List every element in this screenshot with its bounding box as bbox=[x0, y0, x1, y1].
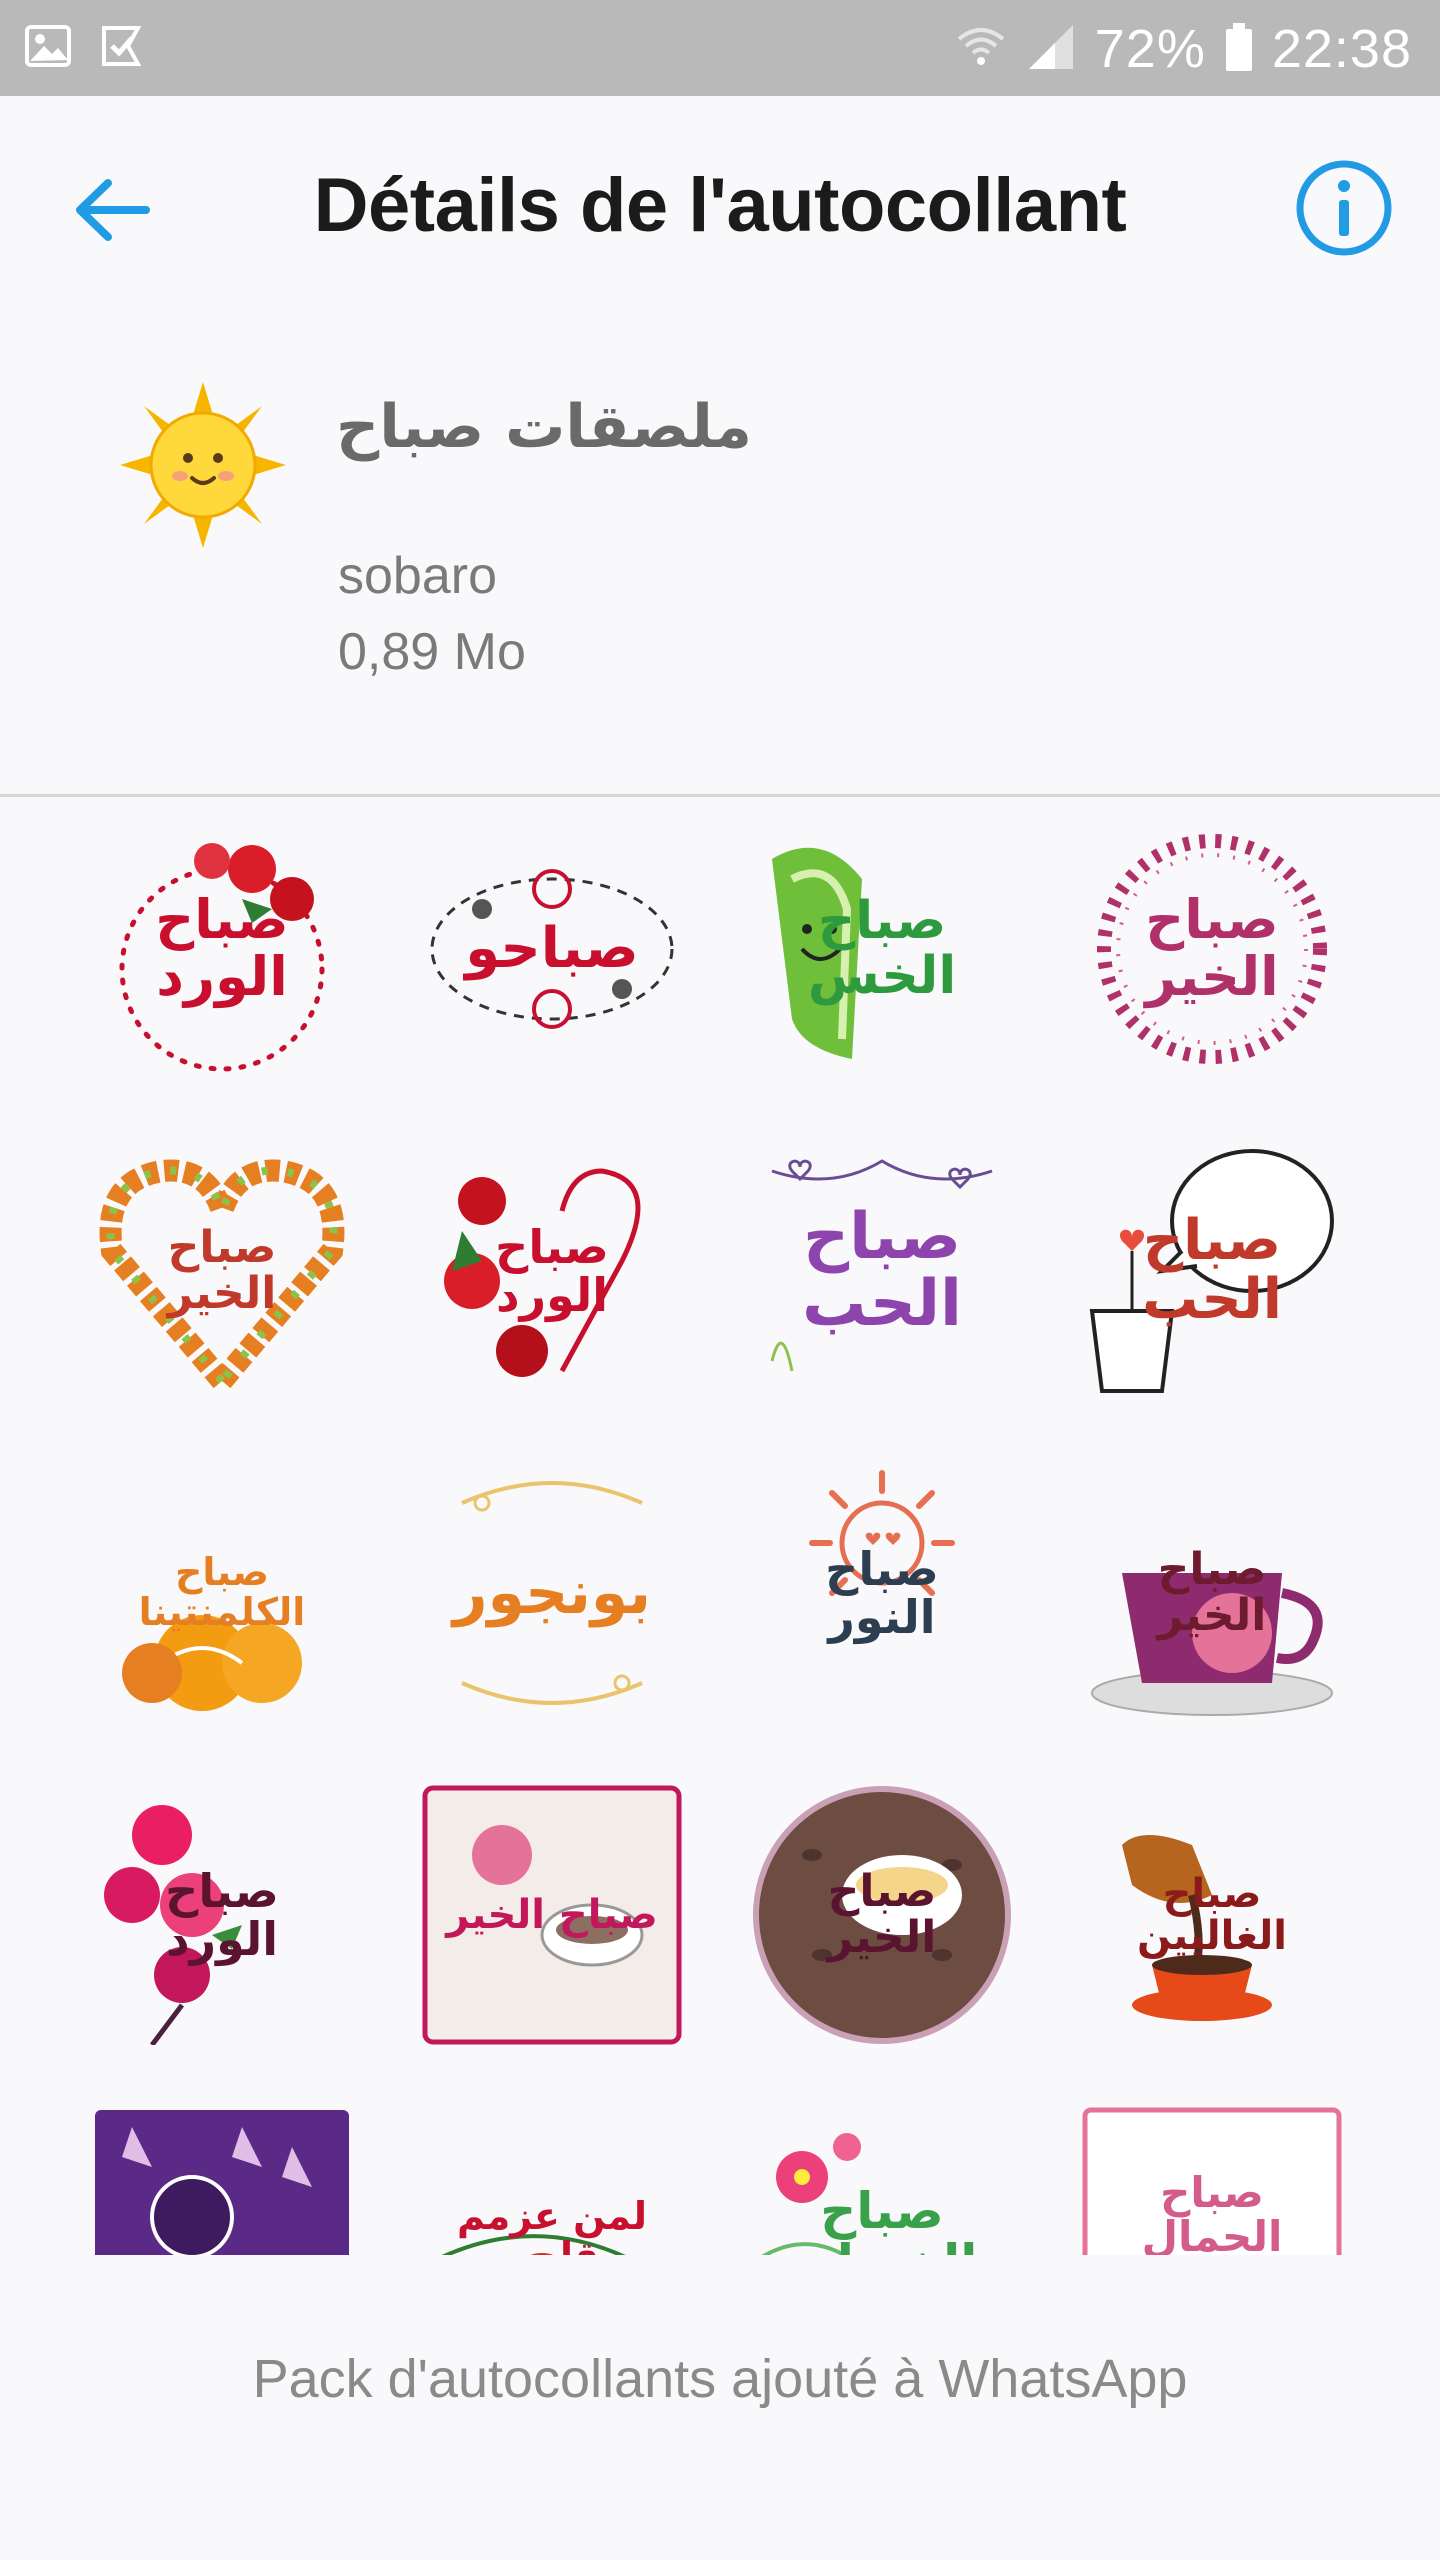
sticker-caption: صباح الورد bbox=[155, 888, 289, 1008]
pack-name: ملصقات صباح bbox=[336, 392, 752, 462]
status-bar: 72% 22:38 bbox=[0, 0, 1440, 96]
pack-tray-icon bbox=[118, 380, 288, 550]
battery-icon bbox=[1224, 21, 1254, 78]
sticker-caption: لمن عزمم قلبي bbox=[456, 2194, 648, 2255]
gallery-notification-icon bbox=[24, 22, 72, 75]
sticker-item[interactable]: صباح الكلمنتينا bbox=[92, 1463, 352, 1723]
battery-percentage: 72% bbox=[1094, 19, 1206, 79]
sticker-item[interactable]: صباحو bbox=[422, 819, 682, 1079]
sticker-item[interactable]: بونجور bbox=[422, 1463, 682, 1723]
sticker-item[interactable]: صباح الخير bbox=[752, 1785, 1012, 2045]
clock: 22:38 bbox=[1271, 19, 1412, 79]
sticker-caption: صباحو bbox=[465, 915, 639, 981]
signal-icon bbox=[1025, 21, 1077, 78]
sticker-caption: صباح الغاليين bbox=[1137, 1871, 1287, 1959]
sticker-caption: بونجور bbox=[452, 1557, 652, 1628]
sticker-item[interactable]: لمن عزمم قلبي bbox=[422, 2107, 682, 2255]
sticker-caption: صباح الخير bbox=[1157, 1543, 1267, 1641]
sticker-caption: صباح الورد bbox=[165, 1863, 279, 1966]
pack-header: ملصقات صباح sobaro 0,89 Mo bbox=[0, 326, 1440, 796]
sticker-caption: صباح الخس bbox=[807, 891, 957, 1006]
sticker-caption: صباح الخير bbox=[827, 1865, 937, 1963]
back-arrow-icon bbox=[74, 177, 150, 248]
sticker-item[interactable]: صباح الخير bbox=[422, 1785, 682, 2045]
pack-added-message: Pack d'autocollants ajouté à WhatsApp bbox=[252, 2349, 1188, 2409]
sticker-item[interactable]: صباح الورد bbox=[92, 1785, 352, 2045]
sticker-caption: صباح النور bbox=[825, 1541, 939, 1644]
sticker-item[interactable] bbox=[92, 2107, 352, 2255]
sticker-item[interactable]: صباح النور bbox=[752, 1463, 1012, 1723]
sticker-caption: صباح الورد bbox=[495, 1219, 609, 1322]
sticker-caption: صباح الحب bbox=[802, 1199, 962, 1341]
info-icon bbox=[1294, 158, 1394, 263]
sticker-item[interactable]: صباح الحب bbox=[1082, 1141, 1342, 1401]
wifi-icon bbox=[955, 21, 1007, 78]
page-title: Détails de l'autocollant bbox=[313, 163, 1127, 248]
sticker-item[interactable]: صباح الحب bbox=[752, 1141, 1012, 1401]
sticker-item[interactable]: صباح الغاليين bbox=[1082, 1785, 1342, 2045]
sticker-item[interactable]: صباح الخير bbox=[92, 1141, 352, 1401]
sticker-caption: صباح الخير bbox=[167, 1221, 277, 1319]
sticker-caption: صباح الكلمنتينا bbox=[138, 1550, 306, 1634]
sticker-caption: صباح الخيرات bbox=[787, 2181, 978, 2255]
sticker-grid: صباح الورد صباحو صباح الخس صباح الخير صباح ا… bbox=[0, 797, 1440, 2255]
info-button[interactable] bbox=[1292, 158, 1396, 262]
sticker-caption: صباح الحب bbox=[1142, 1208, 1282, 1332]
sticker-item[interactable]: صباح الورد bbox=[422, 1141, 682, 1401]
sticker-caption: صباح الجمال والطيبة bbox=[1141, 2167, 1283, 2255]
sticker-artwork bbox=[95, 2110, 349, 2255]
sticker-item[interactable]: صباح الخيرات bbox=[752, 2107, 1012, 2255]
pack-size: 0,89 Mo bbox=[338, 623, 526, 681]
sticker-caption: صباح الخير bbox=[1145, 888, 1279, 1008]
check-notification-icon bbox=[98, 22, 146, 75]
app-bar: Détails de l'autocollant bbox=[0, 96, 1440, 326]
sticker-item[interactable]: صباح الجمال والطيبة bbox=[1082, 2107, 1342, 2255]
sticker-item[interactable]: صباح الخير bbox=[1082, 1463, 1342, 1723]
pack-author: sobaro bbox=[338, 547, 497, 605]
back-button[interactable] bbox=[64, 164, 160, 260]
sticker-caption: صباح الخير bbox=[446, 1892, 658, 1938]
sticker-item[interactable]: صباح الورد bbox=[92, 819, 352, 1079]
sticker-item[interactable]: صباح الخير bbox=[1082, 819, 1342, 1079]
sticker-item[interactable]: صباح الخس bbox=[752, 819, 1012, 1079]
